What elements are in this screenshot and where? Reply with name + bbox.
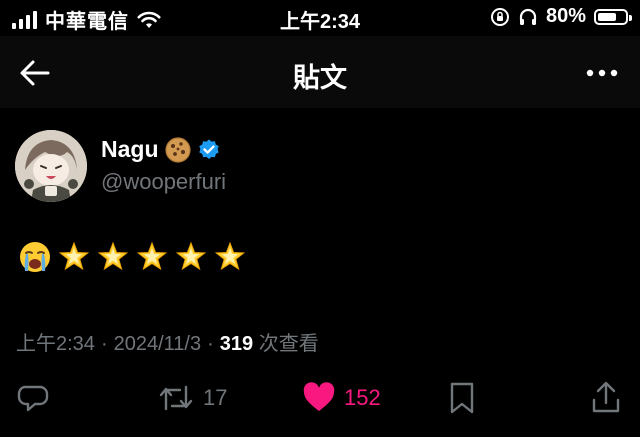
tweet-time[interactable]: 上午2:34 xyxy=(16,327,95,356)
heart-icon xyxy=(303,382,335,411)
avatar[interactable] xyxy=(15,130,87,202)
verified-badge-icon[interactable] xyxy=(197,138,221,162)
author-handle[interactable]: @wooperfuri xyxy=(101,169,226,195)
avatar-image xyxy=(15,130,87,202)
loudly-crying-face-icon xyxy=(20,242,50,272)
headphones-icon xyxy=(519,8,537,25)
battery-percent: 80% xyxy=(545,5,586,27)
reply-icon xyxy=(17,385,49,412)
like-button[interactable]: 152 xyxy=(302,376,381,420)
glowing-star-icon xyxy=(136,241,168,271)
author-name-row[interactable]: Nagu xyxy=(101,136,221,163)
glowing-star-icon xyxy=(214,241,246,271)
tweet-actions: 17 152 xyxy=(0,376,640,420)
meta-separator: · xyxy=(207,333,214,355)
share-button[interactable] xyxy=(590,376,622,420)
glowing-star-icon xyxy=(97,241,129,271)
glowing-star-icon xyxy=(175,241,207,271)
views-count[interactable]: 319 xyxy=(220,333,253,355)
cookie-icon xyxy=(164,136,191,163)
like-count: 152 xyxy=(344,385,381,410)
battery-icon xyxy=(594,8,632,25)
orientation-lock-icon xyxy=(490,7,509,26)
status-bar: 中華電信 上午2:34 80% xyxy=(0,0,640,36)
tweet-text xyxy=(18,240,247,274)
bookmark-button[interactable] xyxy=(447,376,477,420)
nav-bar: 貼文 xyxy=(0,36,640,108)
share-icon xyxy=(592,381,620,413)
retweet-icon xyxy=(159,385,193,411)
retweet-button[interactable]: 17 xyxy=(157,376,227,420)
bookmark-icon xyxy=(450,382,474,414)
meta-separator: · xyxy=(100,333,108,355)
author-name[interactable]: Nagu xyxy=(101,136,159,163)
tweet-meta: 上午2:34 · 2024/11/3 · 319 次查看 xyxy=(16,327,319,356)
more-horizontal-icon[interactable] xyxy=(582,58,622,88)
retweet-count: 17 xyxy=(203,385,228,410)
tweet-date[interactable]: 2024/11/3 xyxy=(114,333,202,356)
glowing-star-icon xyxy=(58,241,90,271)
page-title: 貼文 xyxy=(293,63,347,93)
views-label[interactable]: 次查看 xyxy=(259,333,319,355)
reply-button[interactable] xyxy=(16,376,50,420)
